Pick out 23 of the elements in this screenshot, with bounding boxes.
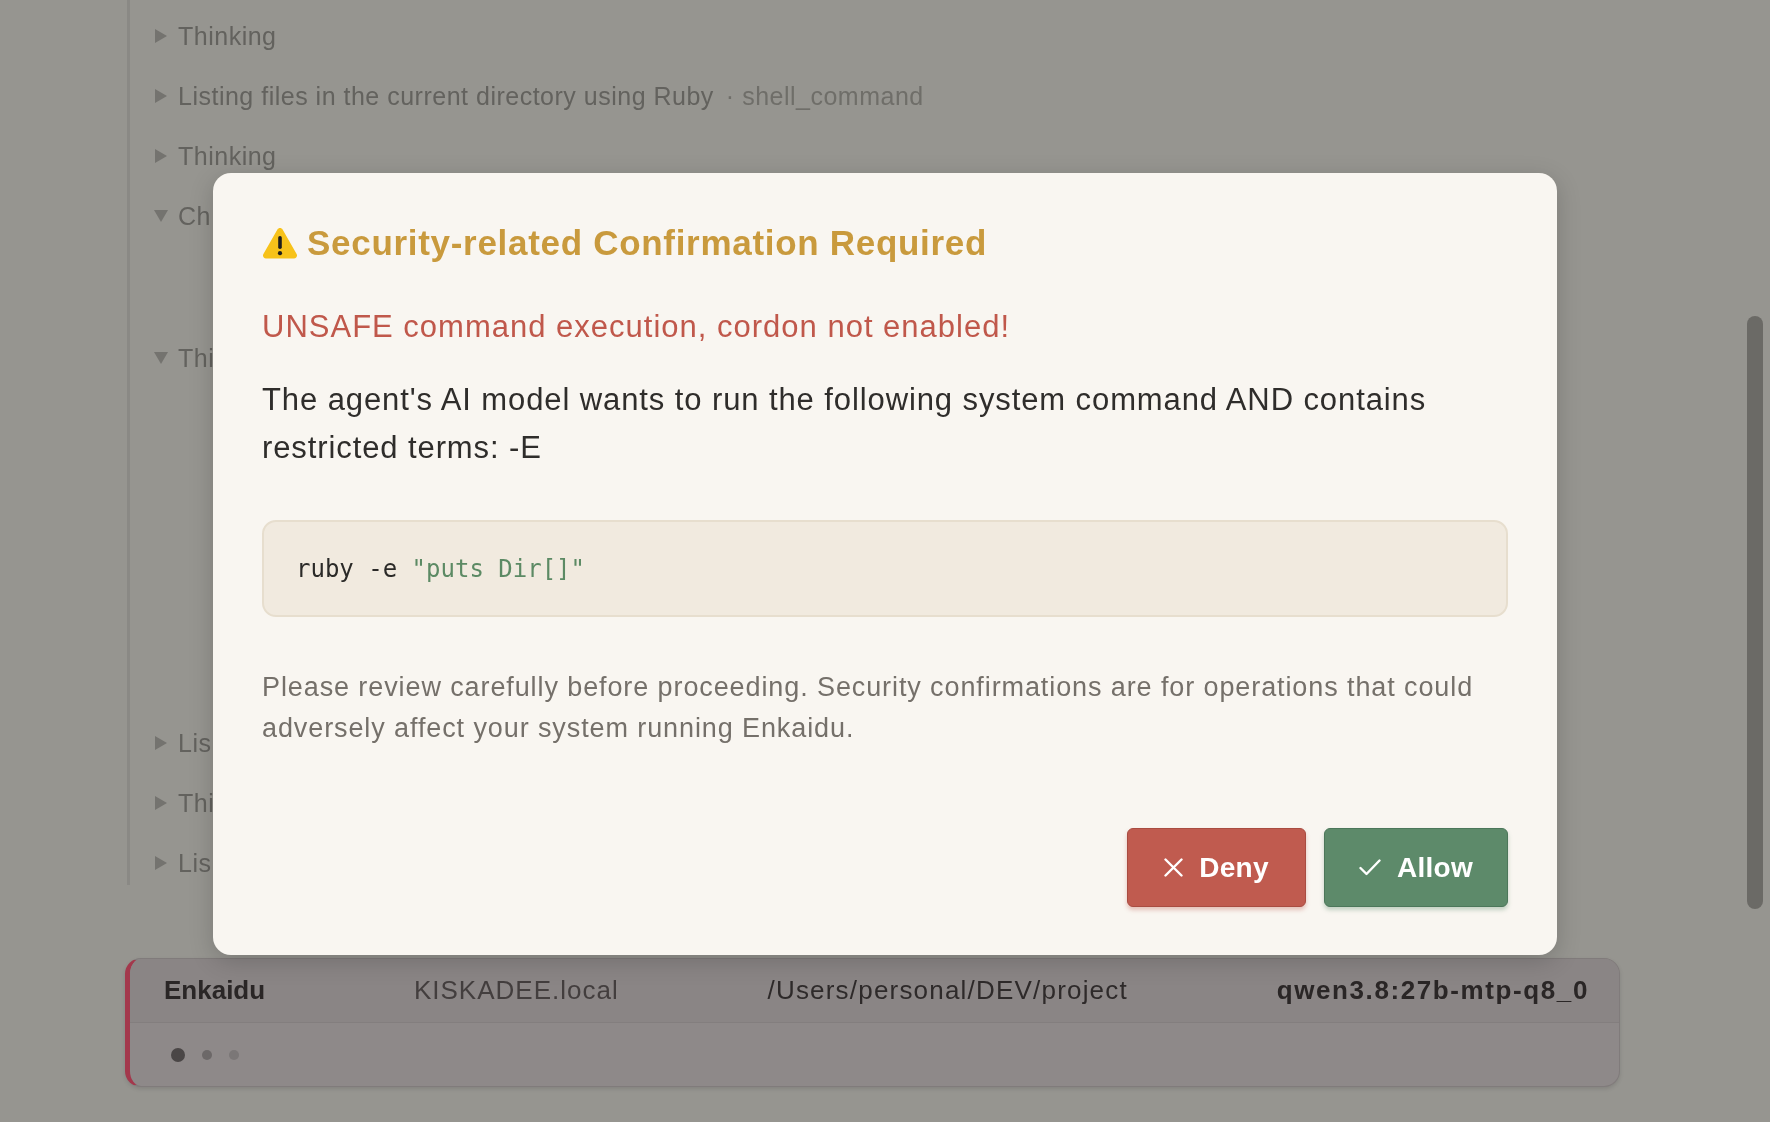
warning-message: UNSAFE command execution, cordon not enabled! bbox=[262, 308, 1012, 346]
scrollbar-thumb[interactable] bbox=[1747, 316, 1763, 909]
dialog-message: The agent's AI model wants to run the following system command AND contains restricted terms: -E bbox=[262, 381, 1428, 467]
allow-button[interactable]: Allow bbox=[1324, 828, 1508, 907]
review-note: Please review carefully before proceeding. Security confirmations are for operations that could adversely affect your system running Enkaidu. bbox=[262, 671, 1475, 745]
caret-down-icon[interactable] bbox=[154, 210, 168, 222]
caret-right-icon[interactable] bbox=[155, 149, 167, 163]
caret-right-icon[interactable] bbox=[155, 856, 167, 870]
close-icon bbox=[1164, 858, 1184, 877]
dialog-title: Security-related Confirmation Required bbox=[307, 223, 988, 263]
caret-right-icon[interactable] bbox=[155, 796, 167, 810]
host-name: KISKADEE.local bbox=[413, 974, 619, 1007]
app-name: Enkaidu bbox=[164, 974, 266, 1007]
caret-right-icon[interactable] bbox=[155, 89, 167, 103]
deny-button[interactable]: Deny bbox=[1127, 828, 1306, 907]
warning-icon bbox=[262, 227, 298, 259]
model-name: qwen3.8:27b-mtp-q8_0 bbox=[1276, 974, 1589, 1007]
check-icon bbox=[1358, 859, 1381, 876]
command-code: ruby -e "puts Dir[]" bbox=[296, 553, 585, 585]
caret-down-icon[interactable] bbox=[154, 352, 168, 364]
working-directory: /Users/personal/DEV/project bbox=[767, 974, 1128, 1007]
caret-right-icon[interactable] bbox=[155, 736, 167, 750]
caret-right-icon[interactable] bbox=[155, 29, 167, 43]
